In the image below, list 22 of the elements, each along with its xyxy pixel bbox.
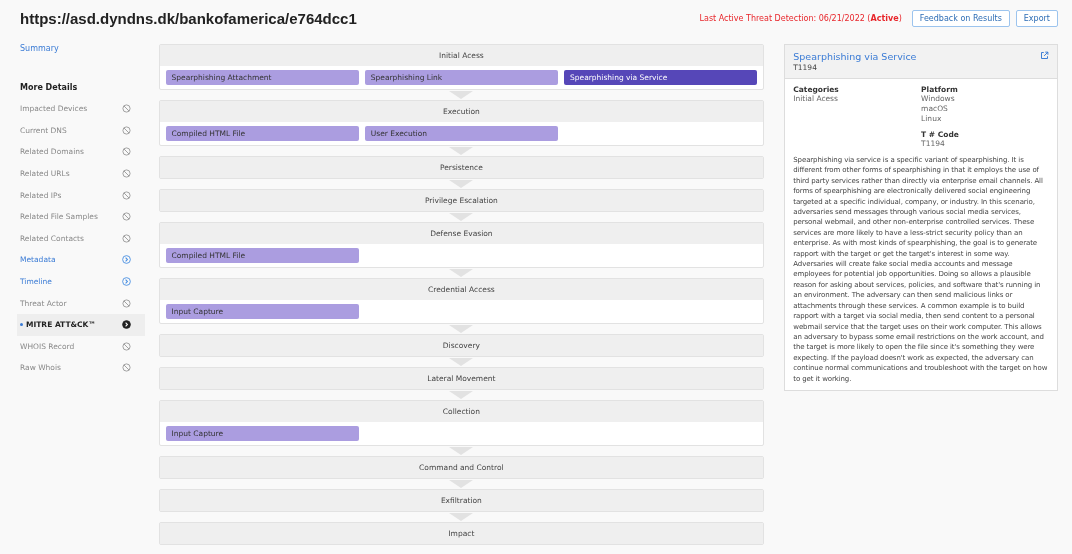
blocked-icon — [121, 169, 131, 179]
chevron-circle-icon — [121, 277, 131, 287]
blocked-icon — [121, 233, 131, 243]
blocked-icon — [121, 190, 131, 200]
header-button[interactable]: Feedback on Results — [911, 9, 1010, 27]
blocked-icon — [121, 341, 131, 351]
blocked-icon — [121, 147, 131, 157]
external-link-icon[interactable] — [1040, 51, 1049, 60]
blocked-icon — [121, 298, 131, 308]
blocked-icon — [121, 363, 131, 373]
chevron-circle-icon — [121, 320, 131, 330]
threat-detection-status: Last Active Threat Detection: 06/21/2022 (Active) — [699, 13, 902, 23]
blocked-icon — [121, 125, 131, 135]
blocked-icon — [121, 104, 131, 114]
bullet-icon — [20, 323, 23, 327]
header-button[interactable]: Export — [1015, 9, 1058, 27]
chevron-circle-icon — [121, 255, 131, 265]
blocked-icon — [121, 212, 131, 222]
page-title: https://asd.dyndns.dk/bankofamerica/e764dcc1 — [20, 9, 358, 27]
technique-title[interactable]: Spearphishing via Service — [793, 51, 917, 62]
section-heading: More Details — [20, 83, 79, 92]
summary-link[interactable]: Summary — [20, 44, 145, 53]
